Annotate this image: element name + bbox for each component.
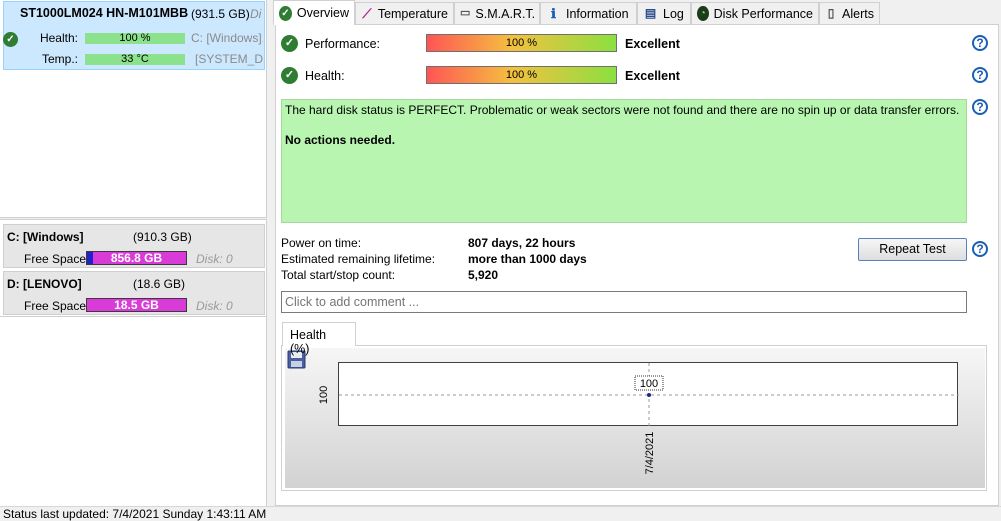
help-icon[interactable]: ? <box>972 35 988 51</box>
alerts-icon: ▯ <box>827 6 835 20</box>
performance-label: Performance: <box>305 37 381 51</box>
volume-disk-index: Disk: 0 <box>196 299 233 313</box>
startstop-label: Total start/stop count: <box>281 268 396 282</box>
thermometer-icon: ⟋ <box>362 6 372 21</box>
tab-smart[interactable]: ▭ S.M.A.R.T. <box>454 2 540 24</box>
performance-rating: Excellent <box>625 37 680 51</box>
volume-size: (910.3 GB) <box>133 230 192 244</box>
help-icon[interactable]: ? <box>972 67 988 83</box>
volume-name: C: [Windows] <box>7 230 84 244</box>
free-space-bar: 856.8 GB <box>86 251 187 265</box>
power-on-label: Power on time: <box>281 236 362 250</box>
volume-disk-index: Disk: 0 <box>196 252 233 266</box>
chart-xtick-label: 7/4/2021 <box>644 432 656 475</box>
tab-temperature[interactable]: ⟋ Temperature <box>355 2 454 24</box>
disk-health-label: Health: <box>39 31 78 45</box>
health-bar: 100 % <box>426 66 617 84</box>
chart-data-label: 100 <box>640 378 658 390</box>
info-icon: ℹ <box>551 6 556 21</box>
check-icon: ✓ <box>3 32 18 47</box>
tab-overview[interactable]: ✓ Overview <box>273 0 355 25</box>
action-message: No actions needed. <box>285 132 396 147</box>
tab-health-chart[interactable]: Health (%) <box>282 322 356 356</box>
startstop-value: 5,920 <box>468 268 499 282</box>
disk-size: (931.5 GB) <box>191 7 250 21</box>
gauge-icon: ◔ <box>697 6 709 21</box>
tab-label: Temperature <box>377 6 448 21</box>
free-space-label: Free Space <box>24 299 87 313</box>
divider <box>0 316 267 317</box>
health-chart-plot: 100 100 7/4/2021 <box>318 362 959 474</box>
volume-name: D: [LENOVO] <box>7 277 82 291</box>
panel-splitter[interactable] <box>0 217 267 220</box>
tab-alerts[interactable]: ▯ Alerts <box>819 2 880 24</box>
tab-label: Log <box>663 6 684 21</box>
disk-health-bar: 100 % <box>85 33 185 44</box>
tab-label: Disk Performance <box>713 6 813 21</box>
tab-label: Overview <box>296 6 349 20</box>
tab-label: Alerts <box>842 6 874 21</box>
status-message: The hard disk status is PERFECT. Problem… <box>285 103 960 117</box>
disk-temp-bar: 33 °C <box>85 54 185 65</box>
free-space-bar: 18.5 GB <box>86 298 187 312</box>
performance-bar: 100 % <box>426 34 617 52</box>
repeat-test-button[interactable]: Repeat Test <box>858 238 967 261</box>
smart-icon: ▭ <box>460 7 471 19</box>
disk-temp-label: Temp.: <box>41 52 78 66</box>
free-space-value: 18.5 GB <box>114 298 159 312</box>
check-icon: ✓ <box>279 5 292 21</box>
status-message-box: The hard disk status is PERFECT. Problem… <box>281 99 967 223</box>
disk-title: ST1000LM024 HN-M101MBB <box>20 6 189 20</box>
tab-disk-performance[interactable]: ◔ Disk Performance <box>691 2 819 24</box>
chart-ytick-label: 100 <box>318 386 330 404</box>
chart-point <box>647 393 651 397</box>
health-rating: Excellent <box>625 69 680 83</box>
free-space-value: 856.8 GB <box>110 251 163 265</box>
disk-partition-secondary: [SYSTEM_DRV] <box>195 52 263 66</box>
volume-size: (18.6 GB) <box>133 277 186 291</box>
health-label: Health: <box>305 69 345 83</box>
health-chart: 100 100 7/4/2021 <box>318 363 959 474</box>
comment-input[interactable] <box>281 291 967 313</box>
tab-information[interactable]: ℹ Information <box>540 2 637 24</box>
tab-label: S.M.A.R.T. <box>475 6 536 21</box>
tab-label: Information <box>566 6 629 21</box>
help-icon[interactable]: ? <box>972 99 988 115</box>
power-on-value: 807 days, 22 hours <box>468 236 576 250</box>
tab-strip: ✓ Overview ⟋ Temperature ▭ S.M.A.R.T. ℹ … <box>272 0 1001 25</box>
check-icon: ✓ <box>281 35 298 52</box>
disk-truncated-suffix: Di <box>250 7 262 21</box>
tab-log[interactable]: ▤ Log <box>637 2 691 24</box>
lifetime-label: Estimated remaining lifetime: <box>281 252 436 266</box>
free-space-label: Free Space <box>24 252 87 266</box>
volume-item[interactable]: C: [Windows] (910.3 GB) Free Space 856.8… <box>3 224 265 268</box>
log-icon: ▤ <box>644 6 657 20</box>
disk-partition-primary: C: [Windows], <box>191 31 263 45</box>
status-bar: Status last updated: 7/4/2021 Sunday 1:4… <box>0 506 1001 521</box>
used-space-fill <box>87 252 93 264</box>
lifetime-value: more than 1000 days <box>468 252 587 266</box>
check-icon: ✓ <box>281 67 298 84</box>
volume-item[interactable]: D: [LENOVO] (18.6 GB) Free Space 18.5 GB… <box>3 271 265 315</box>
help-icon[interactable]: ? <box>972 241 988 257</box>
